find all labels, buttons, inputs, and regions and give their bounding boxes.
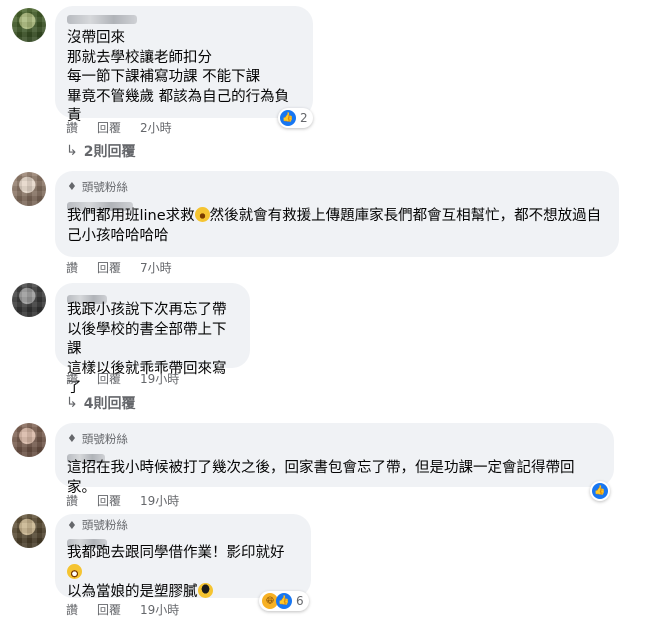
reply-arrow-icon: ↳ (66, 143, 78, 159)
view-replies-button[interactable]: ↳ 2則回覆 (66, 141, 135, 161)
reply-button[interactable]: 回覆 (97, 602, 121, 618)
rofl-emoji-icon (194, 207, 210, 222)
comment-actions: 讚 回覆 19小時 (66, 371, 198, 387)
comment-bubble: 我跟小孩說下次再忘了帶 以後學校的書全部帶上下課 這樣以後就乖乖帶回來寫了 (55, 283, 250, 396)
reply-button[interactable]: 回覆 (97, 371, 121, 387)
comment-actions: 讚 回覆 19小時 (66, 493, 198, 509)
commenter-name[interactable] (67, 196, 607, 211)
reaction-summary[interactable]: 👍 (590, 481, 610, 501)
reply-button[interactable]: 回覆 (97, 493, 121, 509)
commenter-name[interactable] (67, 289, 238, 304)
reply-arrow-icon: ↳ (66, 395, 78, 411)
comment-time[interactable]: 19小時 (140, 493, 179, 509)
reaction-count: 6 (296, 594, 304, 608)
commenter-name[interactable] (67, 448, 602, 463)
comment-bubble: ♦ 頭號粉絲 我們都用班line求救 然後就會有救援上傳題庫家長們都會互相幫忙，都不… (55, 171, 619, 257)
comment-text: 我們都用班line求救 然後就會有救援上傳題庫家長們都會互相幫忙，都不想放過自 己小… (67, 207, 602, 244)
top-fan-badge: ♦ 頭號粉絲 (67, 518, 128, 533)
sunglasses-emoji-icon (197, 583, 213, 598)
like-reaction-icon: 👍 (276, 593, 292, 609)
avatar[interactable] (12, 172, 46, 206)
commenter-name[interactable] (67, 12, 301, 26)
reaction-summary[interactable]: 😆 👍 6 (259, 591, 309, 611)
like-reaction-icon: 👍 (280, 110, 296, 126)
grin-emoji-icon (67, 563, 82, 579)
commenter-name[interactable] (67, 533, 299, 548)
replies-count: 4則回覆 (83, 396, 136, 412)
top-fan-badge: ♦ 頭號粉絲 (67, 180, 128, 194)
avatar[interactable] (12, 283, 46, 317)
like-button[interactable]: 讚 (66, 371, 78, 387)
diamond-icon: ♦ (67, 519, 77, 532)
top-fan-badge: ♦ 頭號粉絲 (67, 432, 128, 446)
reply-button[interactable]: 回覆 (97, 260, 121, 276)
comment-actions: 讚 回覆 2小時 (66, 120, 191, 136)
like-reaction-icon: 👍 (592, 483, 608, 499)
reaction-summary[interactable]: 👍 2 (278, 108, 313, 128)
comment-bubble: 沒帶回來 那就去學校讓老師扣分 每一節下課補寫功課 不能下課 畢竟不管幾歲 都該為自己… (55, 6, 313, 124)
comment-text: 沒帶回來 那就去學校讓老師扣分 每一節下課補寫功課 不能下課 畢竟不管幾歲 都該為自己… (67, 30, 290, 124)
avatar[interactable] (12, 514, 46, 548)
view-replies-button[interactable]: ↳ 4則回覆 (66, 393, 135, 413)
avatar[interactable] (12, 8, 46, 42)
comment-bubble: ♦ 頭號粉絲 我都跑去跟同學借作業！影印就好 以為當娘的是塑膠膩 (55, 514, 311, 600)
avatar[interactable] (12, 423, 46, 457)
comment-bubble: ♦ 頭號粉絲 這招在我小時候被打了幾次之後，回家書包會忘了帶，但是功課一定會記得帶… (55, 423, 614, 496)
diamond-icon: ♦ (67, 432, 77, 445)
comment-time[interactable]: 7小時 (140, 260, 172, 276)
comment-actions: 讚 回覆 19小時 (66, 602, 198, 618)
reply-button[interactable]: 回覆 (97, 120, 121, 136)
like-button[interactable]: 讚 (66, 120, 78, 136)
like-button[interactable]: 讚 (66, 260, 78, 276)
comment-time[interactable]: 2小時 (140, 120, 172, 136)
replies-count: 2則回覆 (83, 144, 136, 160)
comment-time[interactable]: 19小時 (140, 371, 179, 387)
diamond-icon: ♦ (67, 180, 77, 193)
like-button[interactable]: 讚 (66, 493, 78, 509)
reaction-count: 2 (300, 111, 308, 125)
like-button[interactable]: 讚 (66, 602, 78, 618)
comment-actions: 讚 回覆 7小時 (66, 260, 191, 276)
comment-time[interactable]: 19小時 (140, 602, 179, 618)
